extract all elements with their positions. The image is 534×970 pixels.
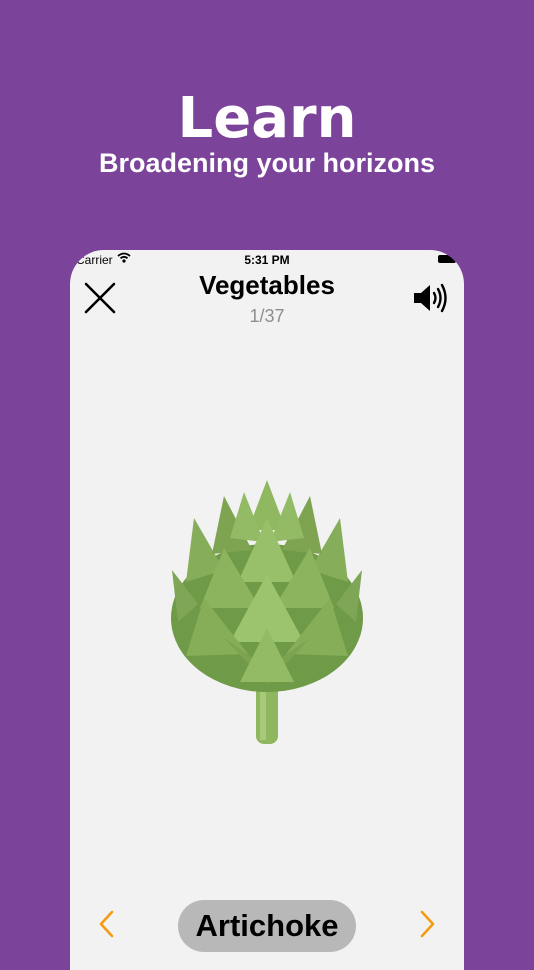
status-bar: Carrier 5:31 PM xyxy=(70,250,464,270)
chevron-left-icon[interactable] xyxy=(96,908,118,940)
hero-title: Learn xyxy=(177,86,357,151)
chevron-right-icon[interactable] xyxy=(416,908,438,940)
battery-icon xyxy=(438,255,459,263)
card-counter: 1/37 xyxy=(249,306,285,326)
category-title: Vegetables xyxy=(199,270,335,300)
artichoke-image xyxy=(171,480,363,744)
word-label[interactable]: Artichoke xyxy=(178,900,356,952)
speaker-icon[interactable] xyxy=(412,282,450,314)
hero-subtitle: Broadening your horizons xyxy=(98,148,435,178)
status-time: 5:31 PM xyxy=(244,253,290,267)
phone-screen: Carrier 5:31 PM Vegetables 1/37 Artichok… xyxy=(70,250,464,970)
